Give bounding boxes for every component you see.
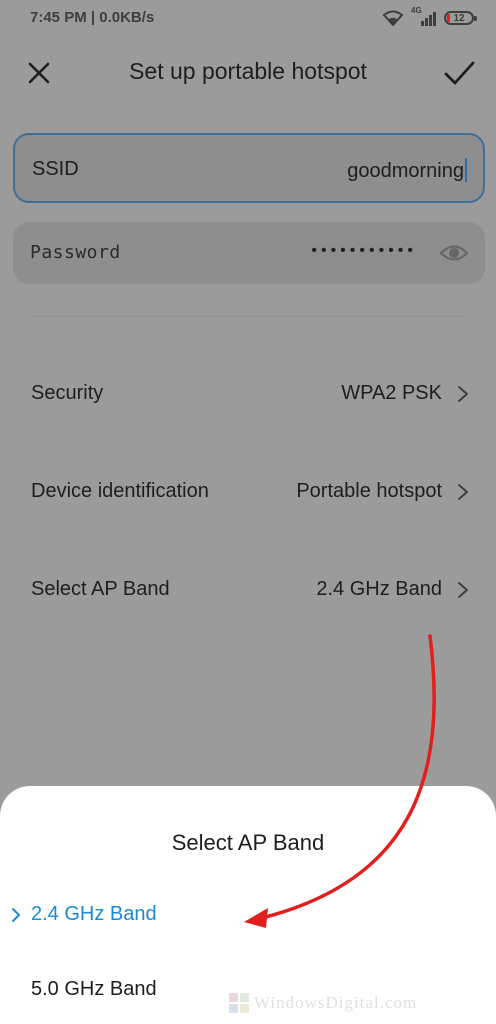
page-title: Set up portable hotspot — [129, 58, 367, 84]
option-2-4-ghz[interactable]: 2.4 GHz Band — [0, 893, 496, 937]
ap-band-bottom-sheet: Select AP Band 2.4 GHz Band 5.0 GHz Band — [0, 786, 496, 1024]
section-divider — [30, 316, 466, 317]
battery-icon: 12 — [444, 11, 477, 25]
status-time: 7:45 PM | 0.0KB/s — [30, 9, 155, 26]
sheet-title: Select AP Band — [171, 830, 325, 855]
watermark: WindowsDigital.com — [228, 992, 417, 1014]
row-label: Select AP Band — [31, 578, 170, 600]
ssid-value[interactable]: goodmorning — [347, 158, 467, 183]
ssid-text: goodmorning — [347, 160, 464, 182]
option-label: 2.4 GHz Band — [31, 903, 157, 925]
row-label: Security — [31, 382, 104, 404]
row-value: 2.4 GHz Band — [316, 578, 442, 600]
chevron-right-icon — [458, 484, 468, 500]
selected-chevron-icon — [12, 908, 20, 922]
watermark-text: WindowsDigital.com — [254, 993, 418, 1012]
checkmark-icon[interactable] — [440, 54, 478, 92]
status-bar: 7:45 PM | 0.0KB/s 4G 12 — [0, 0, 496, 36]
eye-icon[interactable] — [439, 240, 469, 266]
settings-row-device-identification[interactable]: Device identification Portable hotspot — [0, 468, 496, 516]
app-header: Set up portable hotspot — [0, 48, 496, 96]
battery-level-fill — [447, 14, 451, 22]
windows-logo-icon — [229, 993, 249, 1013]
status-icons: 4G 12 — [382, 6, 477, 28]
password-value: ••••••••••• — [311, 242, 417, 259]
battery-level-text: 12 — [453, 12, 465, 24]
text-caret — [465, 158, 467, 182]
row-value: Portable hotspot — [296, 480, 442, 502]
chevron-right-icon — [458, 582, 468, 598]
password-label: Password — [30, 242, 121, 263]
chevron-right-icon — [458, 386, 468, 402]
signal-icon: 4G — [411, 6, 437, 27]
settings-row-ap-band[interactable]: Select AP Band 2.4 GHz Band — [0, 566, 496, 614]
row-value: WPA2 PSK — [341, 382, 442, 404]
settings-row-security[interactable]: Security WPA2 PSK — [0, 370, 496, 418]
ssid-label: SSID — [32, 158, 79, 180]
ssid-field[interactable]: SSID goodmorning — [13, 133, 485, 203]
option-label: 5.0 GHz Band — [31, 978, 157, 1000]
row-label: Device identification — [31, 480, 209, 502]
wifi-icon — [382, 10, 404, 26]
password-field[interactable]: Password ••••••••••• — [13, 222, 485, 284]
